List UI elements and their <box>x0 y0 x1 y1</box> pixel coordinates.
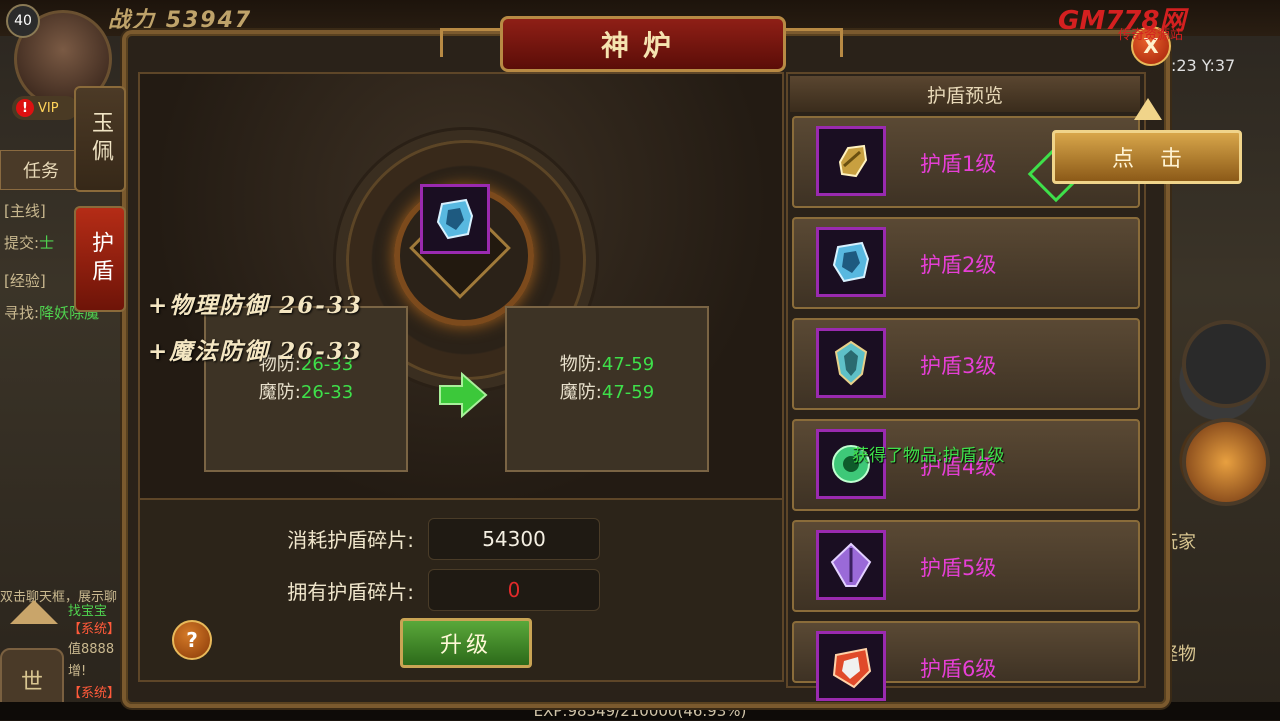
vip-label: VIP <box>38 100 59 116</box>
owned-value: 0 <box>507 578 521 602</box>
alert-icon: ! <box>16 99 34 117</box>
shield-level-3-icon <box>834 340 868 386</box>
skill-orb-empty[interactable] <box>1182 320 1270 408</box>
title-ornament-left <box>440 28 503 57</box>
shield-preview-slot[interactable] <box>816 328 886 398</box>
quest-find-prefix: 寻找: <box>4 304 40 322</box>
shield-preview-name: 护盾5级 <box>920 556 997 580</box>
cost-label: 消耗护盾碎片: <box>287 528 414 552</box>
shield-preview-slot[interactable] <box>816 227 886 297</box>
chat-line: 值8888 <box>68 642 115 657</box>
expand-chat-arrow-icon[interactable] <box>10 600 58 624</box>
shield-preview-slot[interactable] <box>816 631 886 701</box>
stats-before-box: 物防:26-33 魔防:26-33 <box>204 306 408 472</box>
chat-line: 增! <box>68 664 87 679</box>
shield-preview-name: 护盾6级 <box>920 657 997 681</box>
before-magic-label: 魔防: <box>258 382 301 403</box>
map-coordinates: X:23 Y:37 <box>1160 56 1236 75</box>
guide-pointer-icon <box>1134 98 1162 120</box>
shield-preview-header: 护盾预览 <box>790 76 1140 112</box>
quest-main[interactable]: [主线] <box>4 200 46 221</box>
before-magic-line: 魔防:26-33 <box>206 378 406 404</box>
upgrade-button[interactable]: 升级 <box>400 618 532 668</box>
before-magic-value: 26-33 <box>300 382 354 403</box>
shield-preview-item-3[interactable]: 护盾3级 <box>792 318 1140 410</box>
dialog-title: 神炉 <box>500 16 786 72</box>
watermark-subtitle: 传奇资源站 <box>1118 28 1184 43</box>
after-phys-label: 物防: <box>559 354 602 375</box>
shield-preview-item-5[interactable]: 护盾5级 <box>792 520 1140 612</box>
stats-after-box: 物防:47-59 魔防:47-59 <box>505 306 709 472</box>
shield-preview-slot[interactable] <box>816 126 886 196</box>
bonus-magic-defense: +魔法防御 26-33 <box>148 338 363 365</box>
quest-exp[interactable]: [经验] <box>4 270 46 291</box>
after-magic-value: 47-59 <box>601 382 655 403</box>
question-icon: ? <box>186 628 198 652</box>
help-button[interactable]: ? <box>172 620 212 660</box>
shield-preview-name: 护盾1级 <box>920 152 997 176</box>
after-phys-line: 物防:47-59 <box>507 350 707 376</box>
quest-submit-prefix: 提交: <box>4 234 40 252</box>
chat-line: 【系统】 <box>68 686 121 701</box>
shield-preview-name: 护盾2级 <box>920 253 997 277</box>
owned-value-field: 0 <box>428 569 600 611</box>
shield-level-2-icon <box>436 198 474 240</box>
tab-jade-pendant[interactable]: 玉佩 <box>74 86 126 192</box>
skill-orb-attack-icon[interactable] <box>1182 418 1270 506</box>
chat-line: 【系统】 <box>68 622 121 637</box>
shield-level-5-icon <box>830 542 872 587</box>
shield-preview-item-2[interactable]: 护盾2级 <box>792 217 1140 309</box>
after-magic-line: 魔防:47-59 <box>507 378 707 404</box>
task-tab[interactable]: 任务 <box>0 150 82 190</box>
quest-submit[interactable]: 提交:士 <box>4 232 54 253</box>
shield-level-6-icon <box>832 647 872 689</box>
tab-shield[interactable]: 护盾 <box>74 206 126 312</box>
shield-preview-item-6[interactable]: 护盾6级 <box>792 621 1140 701</box>
mic-label: 世 <box>20 670 43 695</box>
item-obtained-message: 获得了物品:护盾1级 <box>852 446 1005 466</box>
click-hint-button[interactable]: 点击 <box>1052 130 1242 184</box>
shield-preview-name: 护盾3级 <box>920 354 997 378</box>
vip-badge[interactable]: ! VIP <box>12 96 78 120</box>
bonus-physical-defense: +物理防御 26-33 <box>148 292 363 319</box>
quest-submit-target: 士 <box>39 234 55 252</box>
upgrade-arrow-icon <box>438 370 488 424</box>
cost-value-field: 54300 <box>428 518 600 560</box>
shield-level-1-icon <box>838 144 868 178</box>
after-magic-label: 魔防: <box>559 382 602 403</box>
shield-preview-slot[interactable] <box>816 530 886 600</box>
shield-level-2-icon <box>832 241 870 283</box>
owned-label: 拥有护盾碎片: <box>287 580 414 604</box>
after-phys-value: 47-59 <box>601 354 655 375</box>
title-ornament-right <box>780 28 843 57</box>
current-shield-slot[interactable] <box>420 184 490 254</box>
player-level-badge: 40 <box>6 4 40 38</box>
cost-value: 54300 <box>482 527 546 551</box>
